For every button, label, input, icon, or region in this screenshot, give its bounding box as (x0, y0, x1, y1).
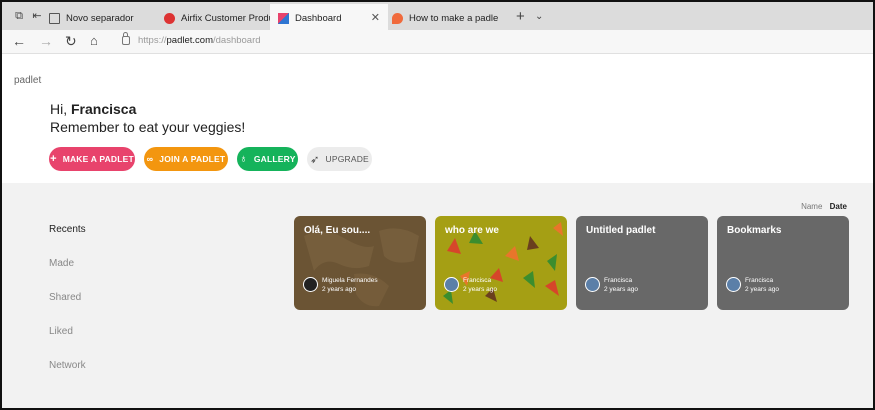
tab-dashboard[interactable]: Dashboard ✕ (270, 4, 388, 32)
url-field[interactable]: https://padlet.com/dashboard (122, 32, 261, 46)
new-tab-icon (49, 12, 60, 24)
refresh-icon[interactable]: ↻ (65, 33, 77, 50)
greeting: Hi, Francisca (50, 101, 136, 117)
gallery-button[interactable]: ♁ GALLERY (237, 147, 298, 171)
avatar (585, 277, 600, 292)
padlet-card[interactable]: Olá, Eu sou.... Miguela Fernandes 2 year… (294, 216, 426, 310)
close-tab-icon[interactable]: ✕ (371, 11, 380, 24)
sidebar-item-recents[interactable]: Recents (49, 223, 86, 257)
padlet-age: 2 years ago (745, 286, 779, 293)
padlet-favicon-icon (278, 12, 289, 24)
url-path: /dashboard (213, 35, 261, 46)
greeting-prefix: Hi, (50, 101, 71, 117)
padlet-age: 2 years ago (604, 286, 638, 293)
join-a-padlet-button[interactable]: ∞ JOIN A PADLET (144, 147, 228, 171)
sidebar-item-shared[interactable]: Shared (49, 291, 86, 325)
upgrade-button[interactable]: ➶ UPGRADE (307, 147, 372, 171)
avatar (444, 277, 459, 292)
author-name: Francisca (463, 277, 492, 284)
sort-by-name[interactable]: Name (801, 202, 822, 211)
padlet-card[interactable]: Bookmarks Francisca 2 years ago (717, 216, 849, 310)
gallery-label: GALLERY (253, 154, 296, 164)
orange-favicon-icon (392, 12, 403, 24)
join-label: JOIN A PADLET (159, 154, 226, 164)
padlet-title: Untitled padlet (586, 225, 656, 236)
author-name: Francisca (604, 277, 633, 284)
padlet-dashboard: padlet Hi, Francisca Remember to eat you… (2, 55, 873, 408)
tab-label: How to make a padlet (409, 12, 498, 24)
airfix-favicon-icon (164, 12, 175, 24)
padlet-card[interactable]: who are we Francisca 2 years ago (435, 216, 567, 310)
padlet-logo[interactable]: padlet (14, 75, 41, 86)
sort-controls: Name Date (801, 202, 847, 211)
padlet-age: 2 years ago (463, 286, 497, 293)
padlet-list-area: Name Date Recents Made Shared Liked Netw… (2, 183, 873, 408)
forward-icon[interactable]: → (39, 33, 53, 49)
user-name: Francisca (71, 101, 137, 117)
sort-by-date[interactable]: Date (830, 202, 847, 211)
padlet-title: Bookmarks (727, 225, 782, 236)
url-host: padlet.com (166, 35, 213, 46)
author-name: Miguela Fernandes (322, 277, 378, 284)
make-label: MAKE A PADLET (62, 154, 134, 164)
tab-label: Novo separador (66, 12, 134, 24)
add-icon: + (50, 153, 57, 165)
tab-actions-icon[interactable]: ⧉ (12, 9, 26, 23)
sidebar-item-network[interactable]: Network (49, 359, 86, 393)
sidebar-item-liked[interactable]: Liked (49, 325, 86, 359)
link-icon: ∞ (146, 154, 154, 164)
padlet-author: Francisca 2 years ago (463, 276, 497, 294)
tab-label: Dashboard (295, 12, 342, 24)
make-a-padlet-button[interactable]: + MAKE A PADLET (49, 147, 135, 171)
greeting-subtitle: Remember to eat your veggies! (50, 119, 246, 135)
address-bar: ← → ↻ ⌂ https://padlet.com/dashboard (2, 30, 873, 54)
avatar (726, 277, 741, 292)
tab-bar: ⧉ ⇤ Novo separador Airfix Customer Produ… (2, 0, 873, 32)
rocket-icon: ➶ (310, 153, 320, 166)
tab-novo-separador[interactable]: Novo separador (49, 4, 155, 32)
tab-how-to-make[interactable]: How to make a padlet (392, 4, 498, 32)
back-icon[interactable]: ← (12, 33, 26, 49)
set-aside-tabs-icon[interactable]: ⇤ (30, 9, 44, 23)
upgrade-label: UPGRADE (325, 154, 369, 164)
padlet-title: who are we (445, 225, 499, 236)
padlet-author: Miguela Fernandes 2 years ago (322, 276, 378, 294)
padlet-author: Francisca 2 years ago (745, 276, 779, 294)
padlet-age: 2 years ago (322, 286, 356, 293)
url-prefix: https:// (138, 35, 167, 46)
browser-window: ⧉ ⇤ Novo separador Airfix Customer Produ… (0, 0, 875, 410)
new-tab-plus-icon[interactable]: + (516, 8, 525, 25)
home-icon[interactable]: ⌂ (90, 33, 98, 48)
padlet-card[interactable]: Untitled padlet Francisca 2 years ago (576, 216, 708, 310)
padlet-title: Olá, Eu sou.... (304, 225, 371, 236)
author-name: Francisca (745, 277, 774, 284)
lightbulb-icon: ♁ (239, 153, 248, 165)
sidebar-item-made[interactable]: Made (49, 257, 86, 291)
padlet-author: Francisca 2 years ago (604, 276, 638, 294)
sidebar-nav: Recents Made Shared Liked Network (49, 223, 86, 393)
avatar (303, 277, 318, 292)
chevron-down-icon[interactable]: ⌄ (535, 11, 543, 22)
tab-label: Airfix Customer Product Im (181, 12, 270, 24)
lock-icon (122, 32, 130, 45)
tab-airfix[interactable]: Airfix Customer Product Im (164, 4, 270, 32)
